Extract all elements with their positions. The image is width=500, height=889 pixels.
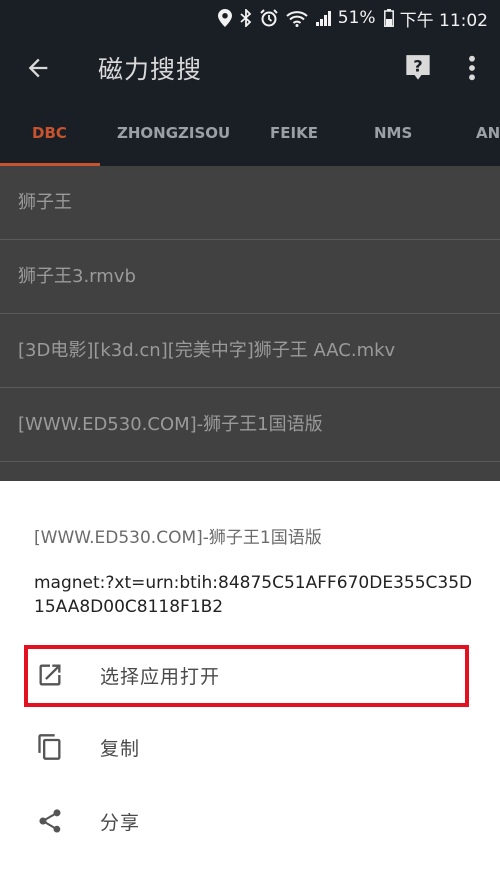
tab-nms[interactable]: NMS (374, 100, 412, 166)
source-tabs: DBC ZHONGZISOU FEIKE NMS AN (0, 100, 500, 166)
list-item[interactable]: 狮子王 (0, 166, 500, 240)
tab-zhongzisou[interactable]: ZHONGZISOU (117, 100, 230, 166)
copy-icon (38, 734, 61, 760)
alarm-icon (260, 9, 278, 27)
share-label: 分享 (100, 811, 141, 834)
tab-an[interactable]: AN (476, 100, 500, 166)
list-item[interactable]: 狮子王3.rmvb (0, 240, 500, 314)
app-bar: 磁力搜搜 ? (0, 36, 500, 100)
tab-feike[interactable]: FEIKE (270, 100, 318, 166)
bluetooth-icon (240, 9, 252, 27)
status-bar: 51% 下午 11:02 (0, 0, 500, 36)
magnet-link: magnet:?xt=urn:btih:84875C51AFF670DE355C… (34, 573, 473, 617)
battery-icon (383, 9, 394, 27)
signal-icon (315, 10, 332, 26)
highlight-box (24, 645, 469, 707)
share-button[interactable]: 分享 (0, 791, 500, 851)
sheet-item-name: [WWW.ED530.COM]-狮子王1国语版 (34, 528, 322, 548)
svg-text:?: ? (413, 57, 422, 76)
list-item[interactable]: [3D电影][k3d.cn][完美中字]狮子王 AAC.mkv (0, 314, 500, 388)
copy-label: 复制 (100, 737, 141, 760)
clock: 下午 11:02 (399, 10, 488, 31)
list-item[interactable]: [WWW.ED530.COM]-狮子王1国语版 (0, 388, 500, 462)
back-arrow-icon[interactable] (24, 54, 52, 82)
result-list: 狮子王 狮子王3.rmvb [3D电影][k3d.cn][完美中字]狮子王 AA… (0, 166, 500, 481)
copy-button[interactable]: 复制 (0, 717, 500, 777)
location-icon (217, 9, 232, 27)
page-title: 磁力搜搜 (98, 55, 203, 84)
help-icon[interactable]: ? (404, 54, 432, 82)
battery-percent: 51% (337, 8, 376, 28)
share-icon (39, 809, 61, 833)
more-options-icon[interactable] (464, 54, 480, 82)
tab-dbc[interactable]: DBC (32, 100, 67, 166)
wifi-icon (286, 9, 308, 27)
